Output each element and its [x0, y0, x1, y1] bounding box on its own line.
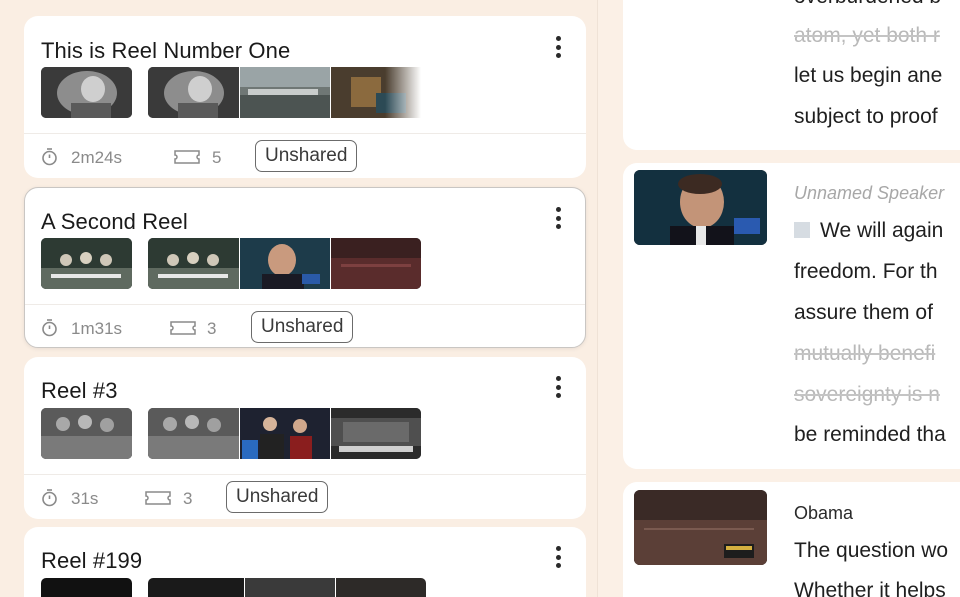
clip-thumbnail — [148, 578, 244, 597]
clip-thumbnail — [41, 578, 132, 597]
reel-meta: 1m31s 3 Unshared — [41, 311, 561, 343]
reel-title: Reel #3 — [41, 378, 118, 403]
reel-card[interactable]: Reel #3 31s 3 Unshared — [24, 357, 586, 519]
transcript-line[interactable]: We will again — [794, 219, 943, 243]
stopwatch-icon — [42, 489, 57, 507]
more-vertical-icon[interactable] — [548, 35, 568, 59]
clip-thumbnail — [240, 238, 330, 289]
reel-card-selected[interactable]: A Second Reel 1m31s 3 Unshared — [24, 187, 586, 348]
divider — [24, 474, 586, 475]
speaker-square-icon — [794, 222, 810, 238]
transcript-line[interactable]: be reminded tha — [794, 423, 946, 447]
clip-thumbnail — [148, 238, 239, 289]
transcript-line[interactable]: subject to proof — [794, 105, 938, 129]
reel-meta: 31s 3 Unshared — [41, 481, 561, 513]
clip-thumbnail — [331, 238, 421, 289]
speaker-name[interactable]: Obama — [794, 503, 853, 524]
stopwatch-icon — [42, 319, 57, 337]
clip-thumbnail — [41, 67, 132, 118]
reel-title: This is Reel Number One — [41, 38, 291, 63]
transcript-line[interactable]: The question wo — [794, 539, 948, 563]
reel-duration: 1m31s — [71, 319, 123, 338]
reel-card[interactable]: This is Reel Number One 2m24s 5 Unshared — [24, 16, 586, 178]
clip-thumbnail — [41, 408, 132, 459]
reel-meta: 2m24s 5 Unshared — [41, 140, 561, 172]
share-status-badge[interactable]: Unshared — [226, 481, 329, 513]
reel-duration: 31s — [71, 489, 99, 508]
clip-thumbnail — [148, 67, 239, 118]
transcript-line[interactable]: let us begin ane — [794, 64, 942, 88]
transcript-line-struck[interactable]: atom, yet both r — [794, 24, 940, 48]
reel-card[interactable]: Reel #199 — [24, 527, 586, 597]
film-strip-icon — [174, 150, 200, 164]
transcript-card: overburdened b atom, yet both r let us b… — [623, 0, 960, 150]
share-status-badge[interactable]: Unshared — [255, 140, 358, 172]
transcript-line[interactable]: Whether it helps — [794, 579, 946, 597]
transcript-line[interactable]: overburdened b — [794, 0, 941, 9]
clip-thumbnail — [148, 408, 239, 459]
transcript-line[interactable]: freedom. For th — [794, 260, 938, 284]
video-thumbnail[interactable] — [634, 170, 767, 245]
film-strip-icon — [145, 491, 171, 505]
reel-duration: 2m24s — [71, 148, 123, 167]
video-thumbnail[interactable] — [634, 490, 767, 565]
clip-thumbnail — [41, 238, 132, 289]
stopwatch-icon — [42, 148, 57, 166]
reel-title: A Second Reel — [41, 209, 188, 234]
more-vertical-icon[interactable] — [548, 545, 568, 569]
clip-thumbnail — [331, 67, 421, 118]
clip-count: 3 — [183, 489, 193, 508]
clip-thumbnail — [336, 578, 426, 597]
divider — [25, 304, 585, 305]
clip-thumbnail — [245, 578, 335, 597]
transcript-card: Unnamed Speaker We will again freedom. F… — [623, 163, 960, 469]
more-vertical-icon[interactable] — [548, 375, 568, 399]
clip-thumbnail — [240, 408, 330, 459]
transcript-line-struck[interactable]: sovereignty is n — [794, 383, 940, 407]
divider — [24, 133, 586, 134]
more-vertical-icon[interactable] — [548, 206, 568, 230]
reel-title: Reel #199 — [41, 548, 143, 573]
transcript-panel: overburdened b atom, yet both r let us b… — [599, 0, 960, 597]
clip-thumbnail — [240, 67, 330, 118]
transcript-line[interactable]: assure them of — [794, 301, 933, 325]
film-strip-icon — [170, 321, 196, 335]
transcript-line-struck[interactable]: mutually benefi — [794, 342, 935, 366]
speaker-name[interactable]: Unnamed Speaker — [794, 183, 944, 204]
clip-count: 5 — [212, 148, 222, 167]
reel-list: This is Reel Number One 2m24s 5 Unshared — [0, 0, 598, 597]
transcript-card: Obama The question wo Whether it helps — [623, 482, 960, 597]
share-status-badge[interactable]: Unshared — [251, 311, 354, 343]
clip-thumbnail — [331, 408, 421, 459]
clip-count: 3 — [207, 319, 217, 338]
